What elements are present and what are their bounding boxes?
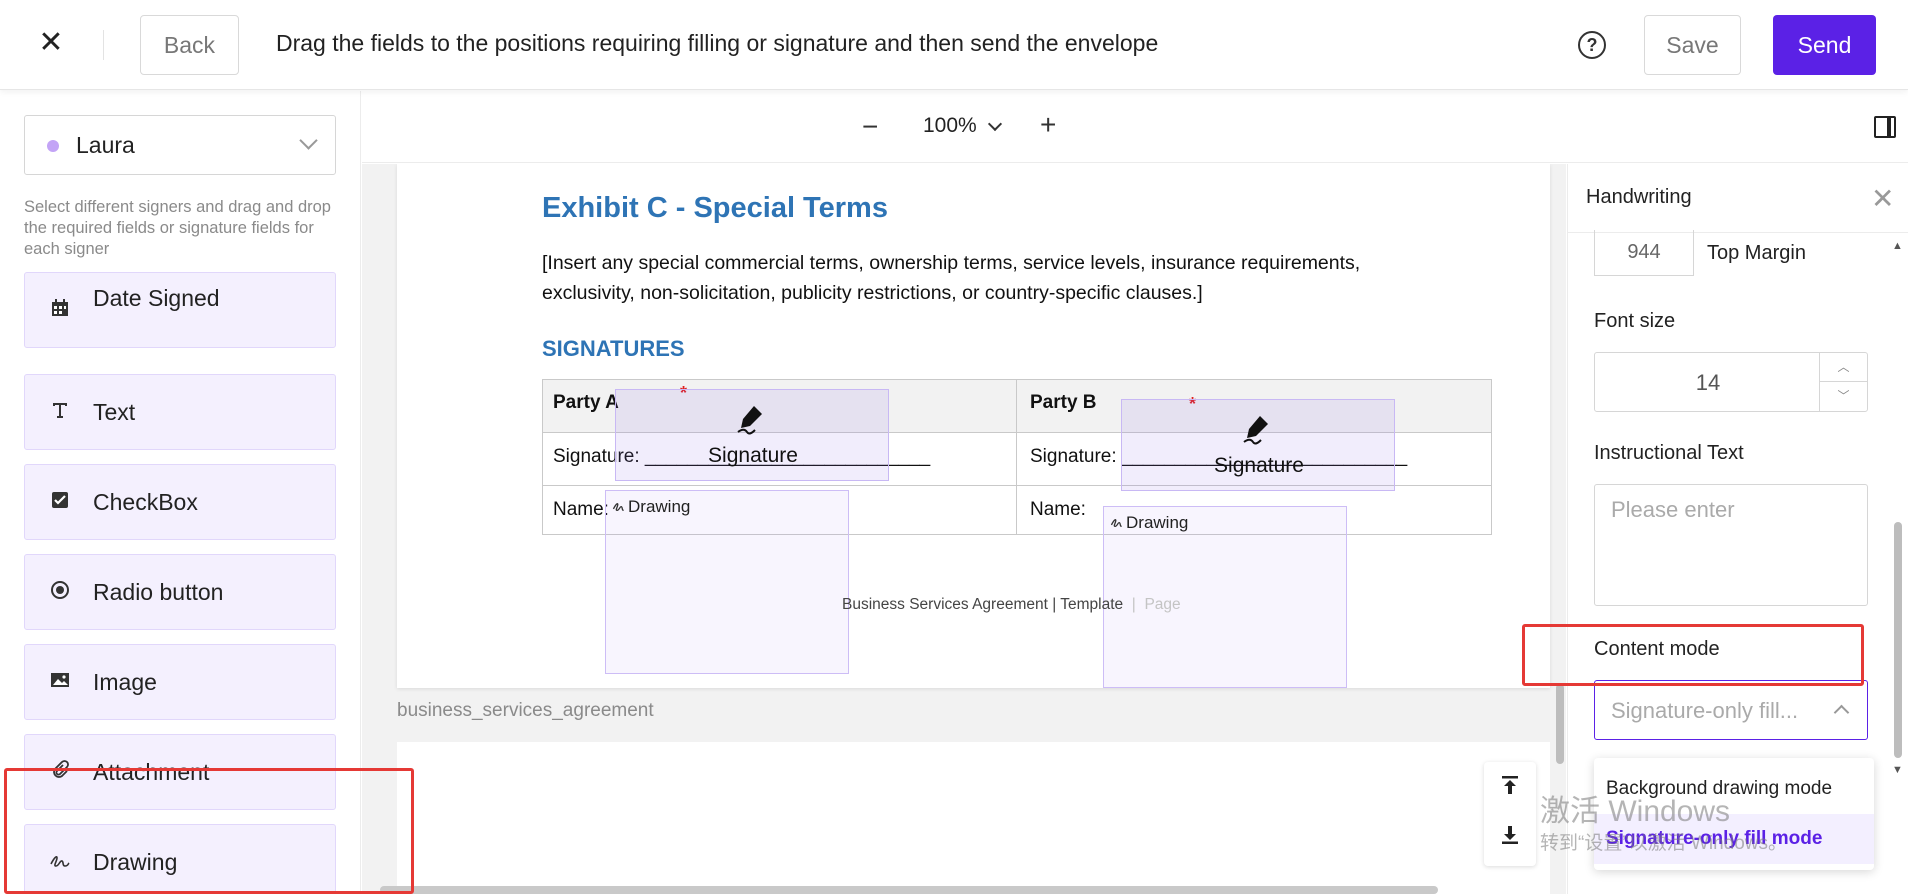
party-a-label: Party A <box>553 392 619 413</box>
content-mode-value: Signature-only fill... <box>1611 698 1799 723</box>
chevron-up-icon[interactable]: ︿ <box>1820 353 1867 382</box>
image-icon <box>49 670 71 692</box>
zoom-toolbar: − 100% + <box>362 91 1908 163</box>
font-size-stepper[interactable]: 14 ︿ ﹀ <box>1594 352 1868 412</box>
send-button[interactable]: Send <box>1773 15 1876 75</box>
field-label: Image <box>93 669 157 695</box>
signer-name: Laura <box>76 132 135 158</box>
field-sidebar: Laura Select different signers and drag … <box>0 91 361 894</box>
field-image[interactable]: Image <box>24 644 336 720</box>
field-label: Text <box>93 399 136 425</box>
signature-field-label: Signature <box>708 444 798 467</box>
field-label: Drawing <box>93 849 178 875</box>
save-button[interactable]: Save <box>1644 15 1741 75</box>
top-margin-label: Top Margin <box>1707 242 1806 264</box>
field-label: Radio button <box>93 579 224 605</box>
name-label-a: Name: <box>553 499 609 520</box>
field-label: Date Signed <box>93 285 220 311</box>
exhibit-paragraph: [Insert any special commercial terms, ow… <box>542 252 1361 304</box>
content-mode-label: Content mode <box>1594 638 1720 660</box>
zoom-out-button[interactable]: − <box>862 111 878 143</box>
instructional-text-input[interactable]: Please enter <box>1594 484 1868 606</box>
field-label: CheckBox <box>93 489 198 515</box>
field-date-signed[interactable]: Date Signed <box>24 272 336 348</box>
table-divider <box>1016 380 1017 534</box>
name-label-b: Name: <box>1030 499 1086 520</box>
zoom-in-button[interactable]: + <box>1040 109 1056 141</box>
field-radio-button[interactable]: Radio button <box>24 554 336 630</box>
page-footer: Business Services Agreement | Template |… <box>842 596 1181 613</box>
signatures-heading: SIGNATURES <box>542 336 685 361</box>
document-page <box>397 742 1550 894</box>
field-text[interactable]: Text <box>24 374 336 450</box>
scroll-down-icon[interactable]: ▼ <box>1892 764 1903 776</box>
scroll-bottom-icon[interactable] <box>1496 824 1524 852</box>
paperclip-icon <box>49 760 71 782</box>
radio-icon <box>49 580 71 602</box>
signer-select[interactable]: Laura <box>24 115 336 175</box>
signature-field-party-b[interactable]: Signature <box>1121 399 1395 491</box>
exhibit-heading: Exhibit C - Special Terms <box>542 192 888 224</box>
close-icon[interactable]: ✕ <box>1871 182 1894 215</box>
signature-field-party-a[interactable]: Signature <box>615 389 889 481</box>
stepper-controls: ︿ ﹀ <box>1819 353 1867 411</box>
top-bar: ✕ Back Drag the fields to the positions … <box>0 0 1908 90</box>
drawing-field-label: Drawing <box>1110 513 1188 533</box>
signer-color-dot <box>47 140 59 152</box>
handwriting-properties-panel: Handwriting ✕ 944 Top Margin Font size 1… <box>1567 164 1908 894</box>
instructional-text-label: Instructional Text <box>1594 442 1744 464</box>
instruction-title: Drag the fields to the positions requiri… <box>276 30 1159 56</box>
activation-watermark-subtext: 转到“设置”以激活 Windows。 <box>1540 833 1788 854</box>
chevron-up-icon <box>1833 704 1850 721</box>
top-margin-input[interactable]: 944 <box>1594 230 1694 276</box>
document-name: business_services_agreement <box>397 700 654 721</box>
back-button[interactable]: Back <box>140 15 239 75</box>
field-attachment[interactable]: Attachment <box>24 734 336 810</box>
drawing-field-label: Drawing <box>612 497 690 517</box>
chevron-down-icon[interactable] <box>987 116 1003 132</box>
pen-signature-icon <box>1240 412 1274 454</box>
document-page: Exhibit C - Special Terms [Insert any sp… <box>397 164 1550 688</box>
document-canvas: Exhibit C - Special Terms [Insert any sp… <box>362 164 1566 894</box>
help-icon[interactable]: ? <box>1578 31 1606 59</box>
signature-field-label: Signature <box>1214 454 1304 477</box>
field-label: Attachment <box>93 759 210 785</box>
pen-signature-icon <box>734 402 768 444</box>
panel-toggle-icon[interactable] <box>1874 116 1896 138</box>
activation-watermark: 激活 Windows <box>1540 795 1731 828</box>
text-icon <box>49 400 71 422</box>
vertical-scrollbar[interactable] <box>1556 684 1564 764</box>
drawing-icon <box>49 850 71 872</box>
chevron-down-icon[interactable]: ﹀ <box>1820 382 1867 411</box>
drawing-icon <box>1110 519 1122 528</box>
font-size-label: Font size <box>1594 310 1676 332</box>
sidebar-hint: Select different signers and drag and dr… <box>24 198 331 258</box>
horizontal-scrollbar[interactable] <box>380 886 1438 894</box>
party-b-label: Party B <box>1030 392 1097 413</box>
scroll-top-icon[interactable] <box>1496 774 1524 802</box>
scroll-up-icon[interactable]: ▲ <box>1892 240 1903 252</box>
page-nav <box>1484 762 1536 866</box>
zoom-level[interactable]: 100% <box>923 114 977 138</box>
calendar-icon <box>49 298 71 320</box>
field-checkbox[interactable]: CheckBox <box>24 464 336 540</box>
header-divider <box>103 30 104 60</box>
close-icon[interactable]: ✕ <box>36 28 66 58</box>
panel-scrollbar[interactable] <box>1894 522 1902 758</box>
field-drawing[interactable]: Drawing <box>24 824 336 894</box>
checkbox-icon <box>49 490 71 512</box>
content-mode-select[interactable]: Signature-only fill... <box>1594 680 1868 740</box>
font-size-value: 14 <box>1695 370 1721 395</box>
panel-title: Handwriting <box>1586 186 1692 208</box>
chevron-down-icon <box>299 131 318 150</box>
drawing-icon <box>612 503 624 512</box>
drawing-field-party-a[interactable]: Drawing <box>605 490 849 674</box>
